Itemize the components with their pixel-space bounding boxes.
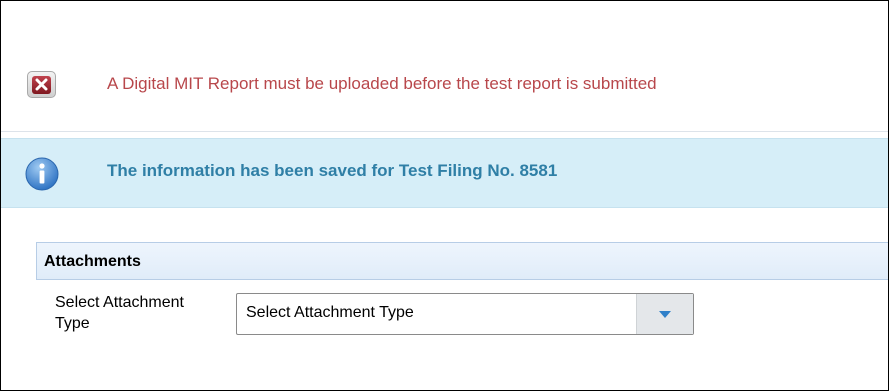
attachment-type-select[interactable]: Select Attachment Type <box>236 293 694 335</box>
error-message-text: A Digital MIT Report must be uploaded be… <box>107 74 657 93</box>
info-message: The information has been saved for Test … <box>1 138 888 208</box>
attachment-type-select-value: Select Attachment Type <box>246 304 414 321</box>
dropdown-button[interactable] <box>636 294 693 334</box>
info-icon <box>25 157 59 196</box>
info-message-text: The information has been saved for Test … <box>107 161 558 180</box>
page-frame: A Digital MIT Report must be uploaded be… <box>0 0 889 391</box>
select-attachment-type-label: Select Attachment Type <box>55 294 184 332</box>
error-x-icon <box>27 71 56 98</box>
error-message: A Digital MIT Report must be uploaded be… <box>1 57 888 109</box>
attachments-header: Attachments <box>36 242 888 280</box>
chevron-down-icon <box>659 310 671 318</box>
attachments-title: Attachments <box>44 253 141 270</box>
divider <box>1 131 888 132</box>
